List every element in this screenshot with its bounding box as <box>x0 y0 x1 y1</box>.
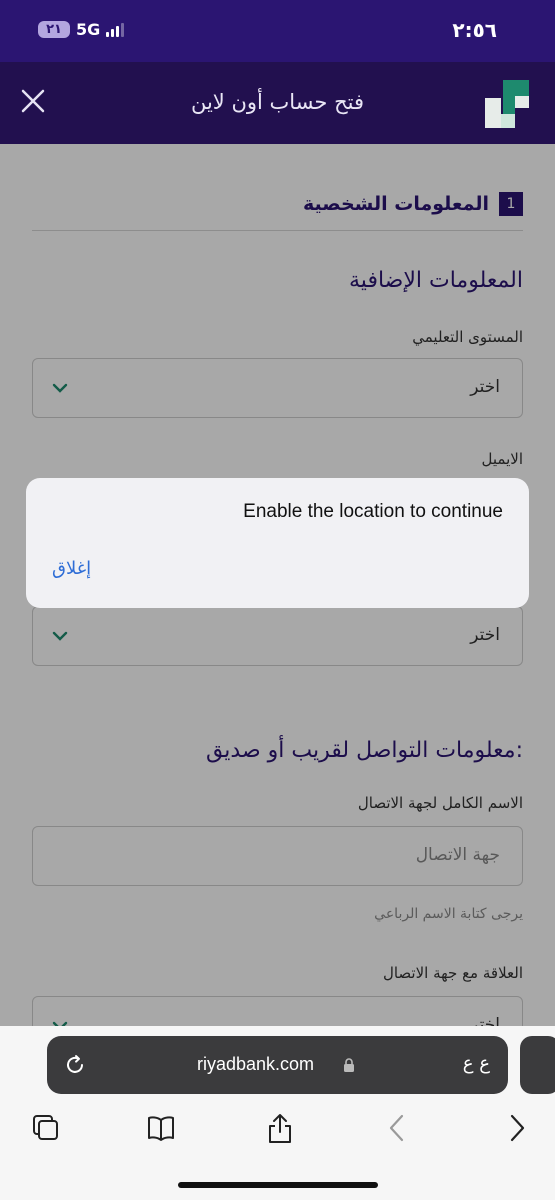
alert-message: Enable the location to continue <box>243 501 503 522</box>
battery-indicator: ٢١ <box>38 21 70 38</box>
address-bar[interactable]: riyadbank.com ع ع <box>47 1036 508 1094</box>
location-alert: Enable the location to continue إغلاق <box>26 478 529 608</box>
network-label: 5G <box>76 20 101 39</box>
text-size-button[interactable]: ع ع <box>463 1053 490 1074</box>
page-title: فتح حساب أون لاين <box>190 90 365 114</box>
back-arrow-icon[interactable] <box>382 1112 412 1144</box>
browser-toolbar: riyadbank.com ع ع <box>0 1026 555 1200</box>
reload-icon[interactable] <box>63 1053 87 1077</box>
share-icon[interactable] <box>265 1112 295 1144</box>
url-text: riyadbank.com <box>197 1054 315 1074</box>
tabs-icon[interactable] <box>30 1112 60 1144</box>
clock: ٢:٥٦ <box>452 18 497 42</box>
bank-logo <box>485 80 529 128</box>
signal-icon <box>106 22 125 37</box>
browser-tools <box>0 1112 555 1152</box>
app-header: فتح حساب أون لاين <box>0 62 555 144</box>
status-indicators: ٢١ 5G <box>38 20 125 39</box>
bookmarks-icon[interactable] <box>146 1112 176 1144</box>
lock-icon <box>344 1058 354 1072</box>
alert-close-button[interactable]: إغلاق <box>52 558 91 579</box>
home-indicator <box>178 1182 378 1188</box>
forward-arrow-icon[interactable] <box>502 1112 532 1144</box>
next-tab-preview[interactable] <box>520 1036 555 1094</box>
status-bar: ٢١ 5G ٢:٥٦ <box>0 0 555 62</box>
